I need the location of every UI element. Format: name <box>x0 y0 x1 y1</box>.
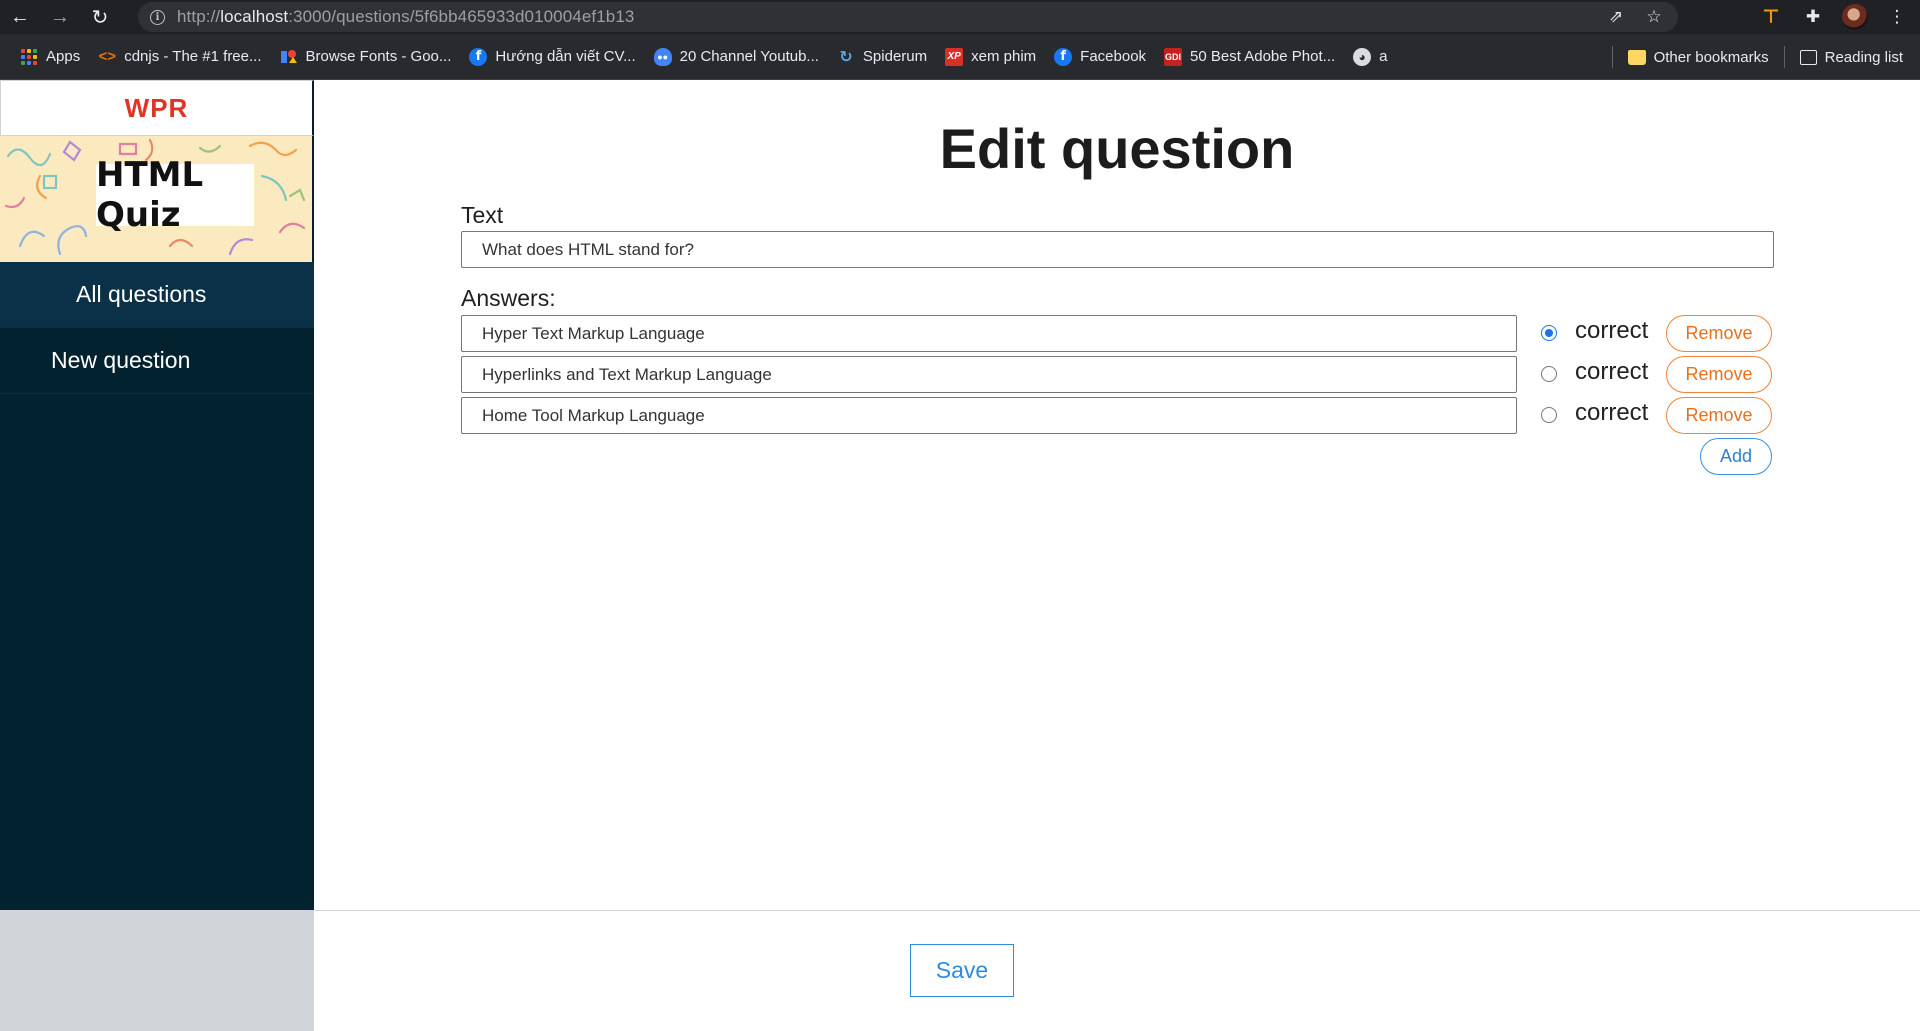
bookmark-cv-guide[interactable]: f Hướng dẫn viết CV... <box>460 34 644 80</box>
bookmark-label: Facebook <box>1080 48 1147 65</box>
brand-logo[interactable]: WPR <box>0 80 314 136</box>
bookmarks-bar: Apps <> cdnjs - The #1 free... Browse Fo… <box>0 34 1920 80</box>
xp-icon: XP <box>945 47 964 66</box>
remove-answer-button[interactable]: Remove <box>1666 356 1772 393</box>
back-arrow-icon[interactable]: ← <box>0 0 40 34</box>
url-scheme: http:// <box>177 7 221 26</box>
globe-icon: ◕ <box>1353 47 1372 66</box>
bookmark-label: Spiderum <box>862 48 928 65</box>
google-fonts-icon <box>280 48 298 66</box>
bookmark-label: a <box>1379 48 1388 65</box>
correct-radio[interactable] <box>1541 407 1557 423</box>
correct-radio-selected[interactable] <box>1541 325 1557 341</box>
quiz-title: HTML Quiz <box>96 155 254 235</box>
form-footer: Save <box>314 910 1920 1031</box>
add-answer-button[interactable]: Add <box>1700 438 1772 475</box>
sidebar-nav: All questions New question <box>0 262 314 910</box>
remove-answer-button[interactable]: Remove <box>1666 397 1772 434</box>
spiderum-icon: ↻ <box>839 48 853 66</box>
share-icon[interactable]: ⇗ <box>1600 2 1632 32</box>
url-text[interactable]: http://localhost:3000/questions/5f6bb465… <box>177 7 634 27</box>
bookmark-apps[interactable]: Apps <box>0 34 89 80</box>
reading-list[interactable]: Reading list <box>1791 34 1912 80</box>
remove-answer-button[interactable]: Remove <box>1666 315 1772 352</box>
facebook-icon: f <box>1054 47 1073 66</box>
reading-list-label: Reading list <box>1824 48 1903 66</box>
browser-toolbar: ← → ↻ i http://localhost:3000/questions/… <box>0 0 1920 34</box>
bookmark-label: xem phim <box>971 48 1037 65</box>
other-bookmarks[interactable]: Other bookmarks <box>1619 34 1778 80</box>
sidebar-item-all-questions[interactable]: All questions <box>0 262 314 328</box>
bookmark-label: 20 Channel Youtub... <box>679 48 819 65</box>
bookmarks-divider <box>1783 46 1785 68</box>
edit-question-form: Edit question Text Answers: correct Remo… <box>314 80 1920 910</box>
answer-text-input[interactable] <box>461 397 1517 434</box>
answer-text-input[interactable] <box>461 315 1517 352</box>
bookmarks-right: Other bookmarks Reading list <box>1606 34 1912 80</box>
bookmark-google-fonts[interactable]: Browse Fonts - Goo... <box>271 34 461 80</box>
correct-radio[interactable] <box>1541 366 1557 382</box>
save-button[interactable]: Save <box>910 944 1014 997</box>
bookmarks-divider <box>1611 46 1613 68</box>
bookmark-label: cdnjs - The #1 free... <box>124 48 262 65</box>
correct-label: correct <box>1575 399 1649 426</box>
sidebar: WPR HTML Quiz All questions New question <box>0 80 314 1031</box>
bookmark-spiderum[interactable]: ↻ Spiderum <box>828 34 936 80</box>
correct-label: correct <box>1575 317 1649 344</box>
avatar-image <box>1842 4 1868 30</box>
profile-avatar[interactable] <box>1836 0 1874 34</box>
address-bar[interactable]: i http://localhost:3000/questions/5f6bb4… <box>138 2 1678 32</box>
ghost-icon: ●● <box>653 47 672 66</box>
extensions-puzzle-icon[interactable]: ✚ <box>1794 0 1832 34</box>
page-title: Edit question <box>939 117 1295 180</box>
quiz-banner: HTML Quiz <box>0 136 314 262</box>
code-brackets-icon: <> <box>98 48 116 65</box>
facebook-icon: f <box>469 47 488 66</box>
reading-list-icon <box>1799 49 1817 65</box>
bookmark-label: Browse Fonts - Goo... <box>305 48 452 65</box>
apps-grid-icon <box>20 48 38 66</box>
bookmark-adobe-photoshop[interactable]: GDI 50 Best Adobe Phot... <box>1155 34 1344 80</box>
url-host: localhost <box>220 7 289 26</box>
quiz-app: WPR HTML Quiz All questions New question… <box>0 80 1920 1031</box>
bookmark-cdnjs[interactable]: <> cdnjs - The #1 free... <box>89 34 270 80</box>
reload-icon[interactable]: ↻ <box>80 0 120 34</box>
answer-row: correct Remove <box>461 315 1791 352</box>
bookmark-a[interactable]: ◕ a <box>1344 34 1396 80</box>
forward-arrow-icon[interactable]: → <box>40 0 80 34</box>
bookmark-label: Hướng dẫn viết CV... <box>495 48 636 65</box>
bookmark-star-icon[interactable]: ☆ <box>1638 2 1670 32</box>
gdi-icon: GDI <box>1164 47 1183 66</box>
answer-row: correct Remove <box>461 356 1791 393</box>
question-text-input[interactable] <box>461 231 1774 268</box>
bookmark-facebook[interactable]: f Facebook <box>1045 34 1155 80</box>
answer-text-input[interactable] <box>461 356 1517 393</box>
extension-t-icon[interactable]: ⊤ <box>1752 0 1790 34</box>
answer-row: correct Remove <box>461 397 1791 434</box>
extensions-area: ⊤ ✚ ⋮ <box>1752 0 1916 34</box>
bookmark-label: 50 Best Adobe Phot... <box>1190 48 1336 65</box>
folder-icon <box>1627 49 1646 65</box>
text-field-label: Text <box>461 202 504 228</box>
answers-label: Answers: <box>461 285 556 311</box>
correct-label: correct <box>1575 358 1649 385</box>
sidebar-item-new-question[interactable]: New question <box>0 328 314 394</box>
other-bookmarks-label: Other bookmarks <box>1653 48 1769 66</box>
more-menu-icon[interactable]: ⋮ <box>1878 0 1916 34</box>
omnibox-actions: ⇗ ☆ <box>1600 2 1670 32</box>
bookmark-xem-phim[interactable]: XP xem phim <box>936 34 1045 80</box>
bookmark-label: Apps <box>46 48 81 65</box>
bookmark-youtube-channels[interactable]: ●● 20 Channel Youtub... <box>645 34 828 80</box>
site-info-icon[interactable]: i <box>150 9 165 25</box>
url-path: :3000/questions/5f6bb465933d010004ef1b13 <box>288 7 635 26</box>
